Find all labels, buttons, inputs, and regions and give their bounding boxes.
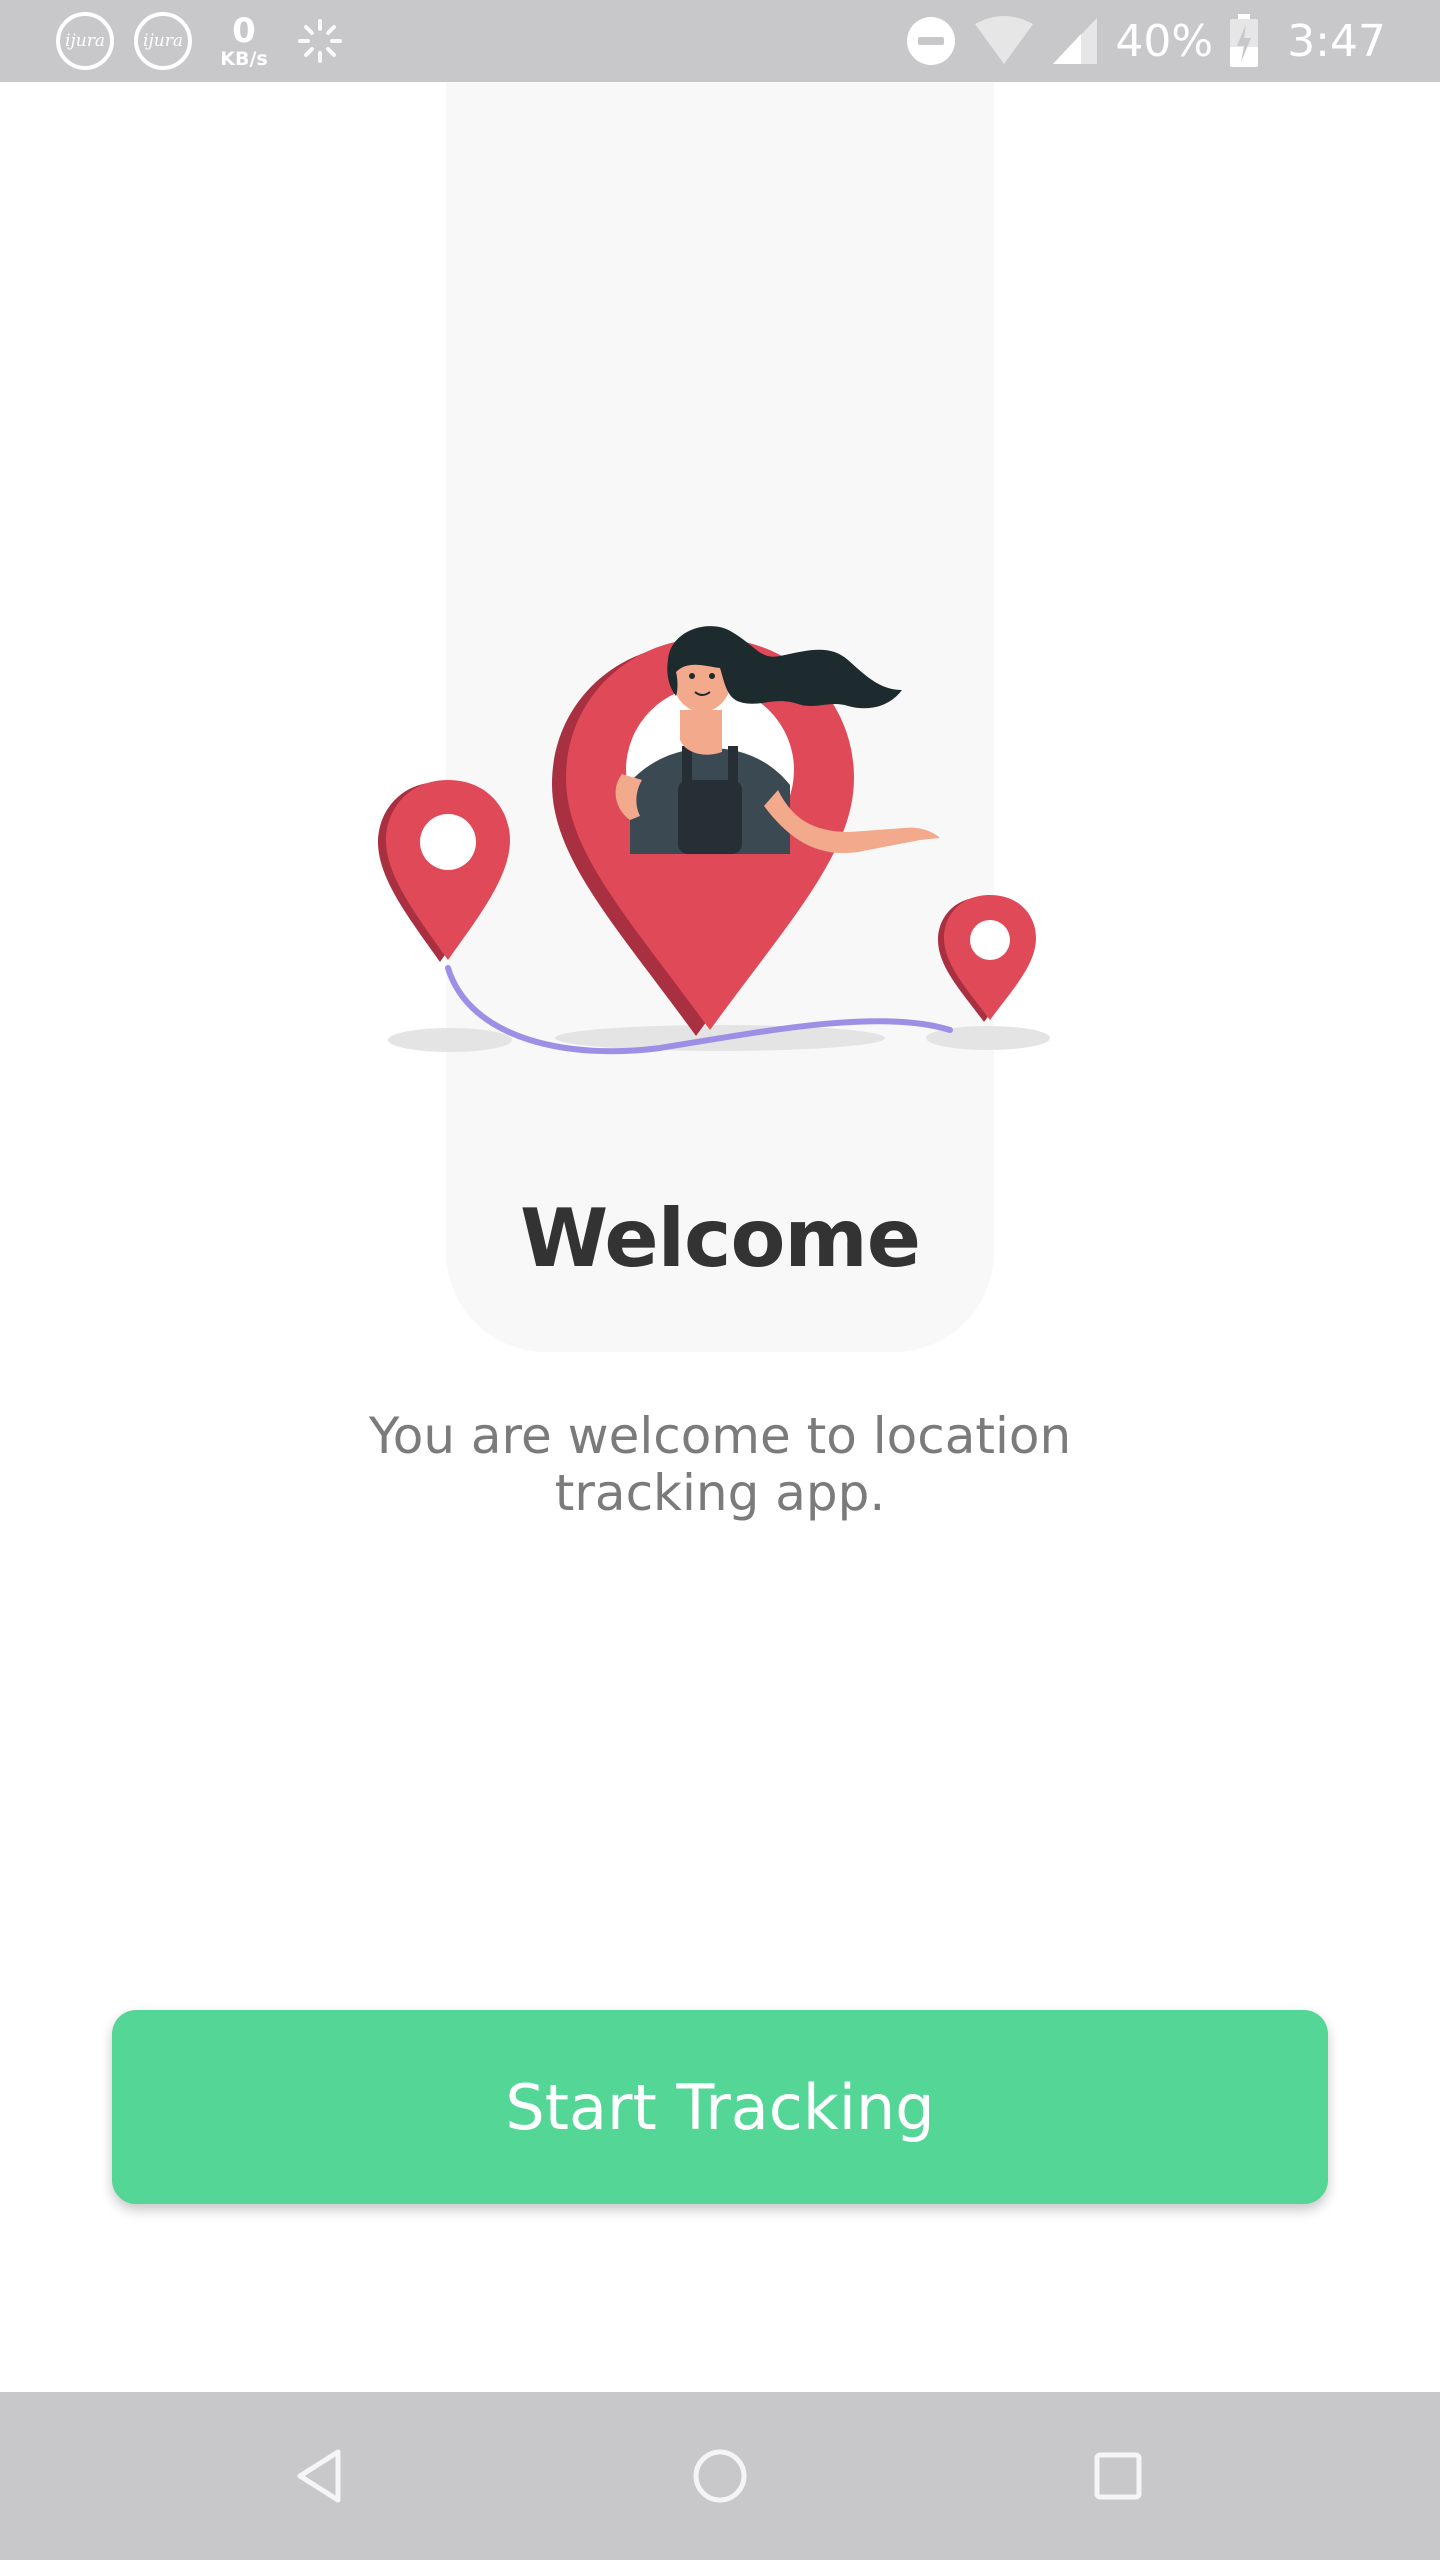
home-circle-icon — [693, 2449, 747, 2503]
wifi-icon — [975, 16, 1034, 64]
location-pins-woman-illustration — [378, 626, 1050, 1055]
ijura-app-icon: ijura — [56, 12, 114, 70]
nav-back-button[interactable] — [242, 2392, 402, 2560]
start-tracking-button[interactable]: Start Tracking — [112, 2010, 1328, 2204]
nav-home-button[interactable] — [640, 2392, 800, 2560]
network-speed-indicator: 0 KB/s — [212, 14, 276, 69]
battery-percentage: 40% — [1115, 15, 1214, 67]
network-speed-unit: KB/s — [220, 47, 268, 70]
status-bar-notifications: ijura ijura 0 KB/s — [56, 0, 344, 82]
battery-charging-icon — [1230, 14, 1259, 67]
ijura-app-icon: ijura — [134, 12, 192, 70]
do-not-disturb-icon — [907, 17, 956, 65]
navigation-bar — [0, 2392, 1440, 2560]
network-speed-value: 0 — [232, 10, 256, 51]
clock: 3:47 — [1287, 15, 1386, 67]
welcome-title: Welcome — [519, 1192, 921, 1285]
recents-square-icon — [1094, 2452, 1142, 2500]
cell-signal-icon — [1053, 18, 1098, 64]
nav-recents-button[interactable] — [1038, 2392, 1198, 2560]
status-bar-system: 40% 3:47 — [905, 0, 1386, 82]
back-triangle-icon — [297, 2449, 341, 2503]
welcome-subtitle: You are welcome to location tracking app… — [368, 1407, 1072, 1522]
sync-loader-icon — [298, 19, 342, 63]
status-bar: ijura ijura 0 KB/s 40% 3:47 — [0, 0, 1440, 82]
